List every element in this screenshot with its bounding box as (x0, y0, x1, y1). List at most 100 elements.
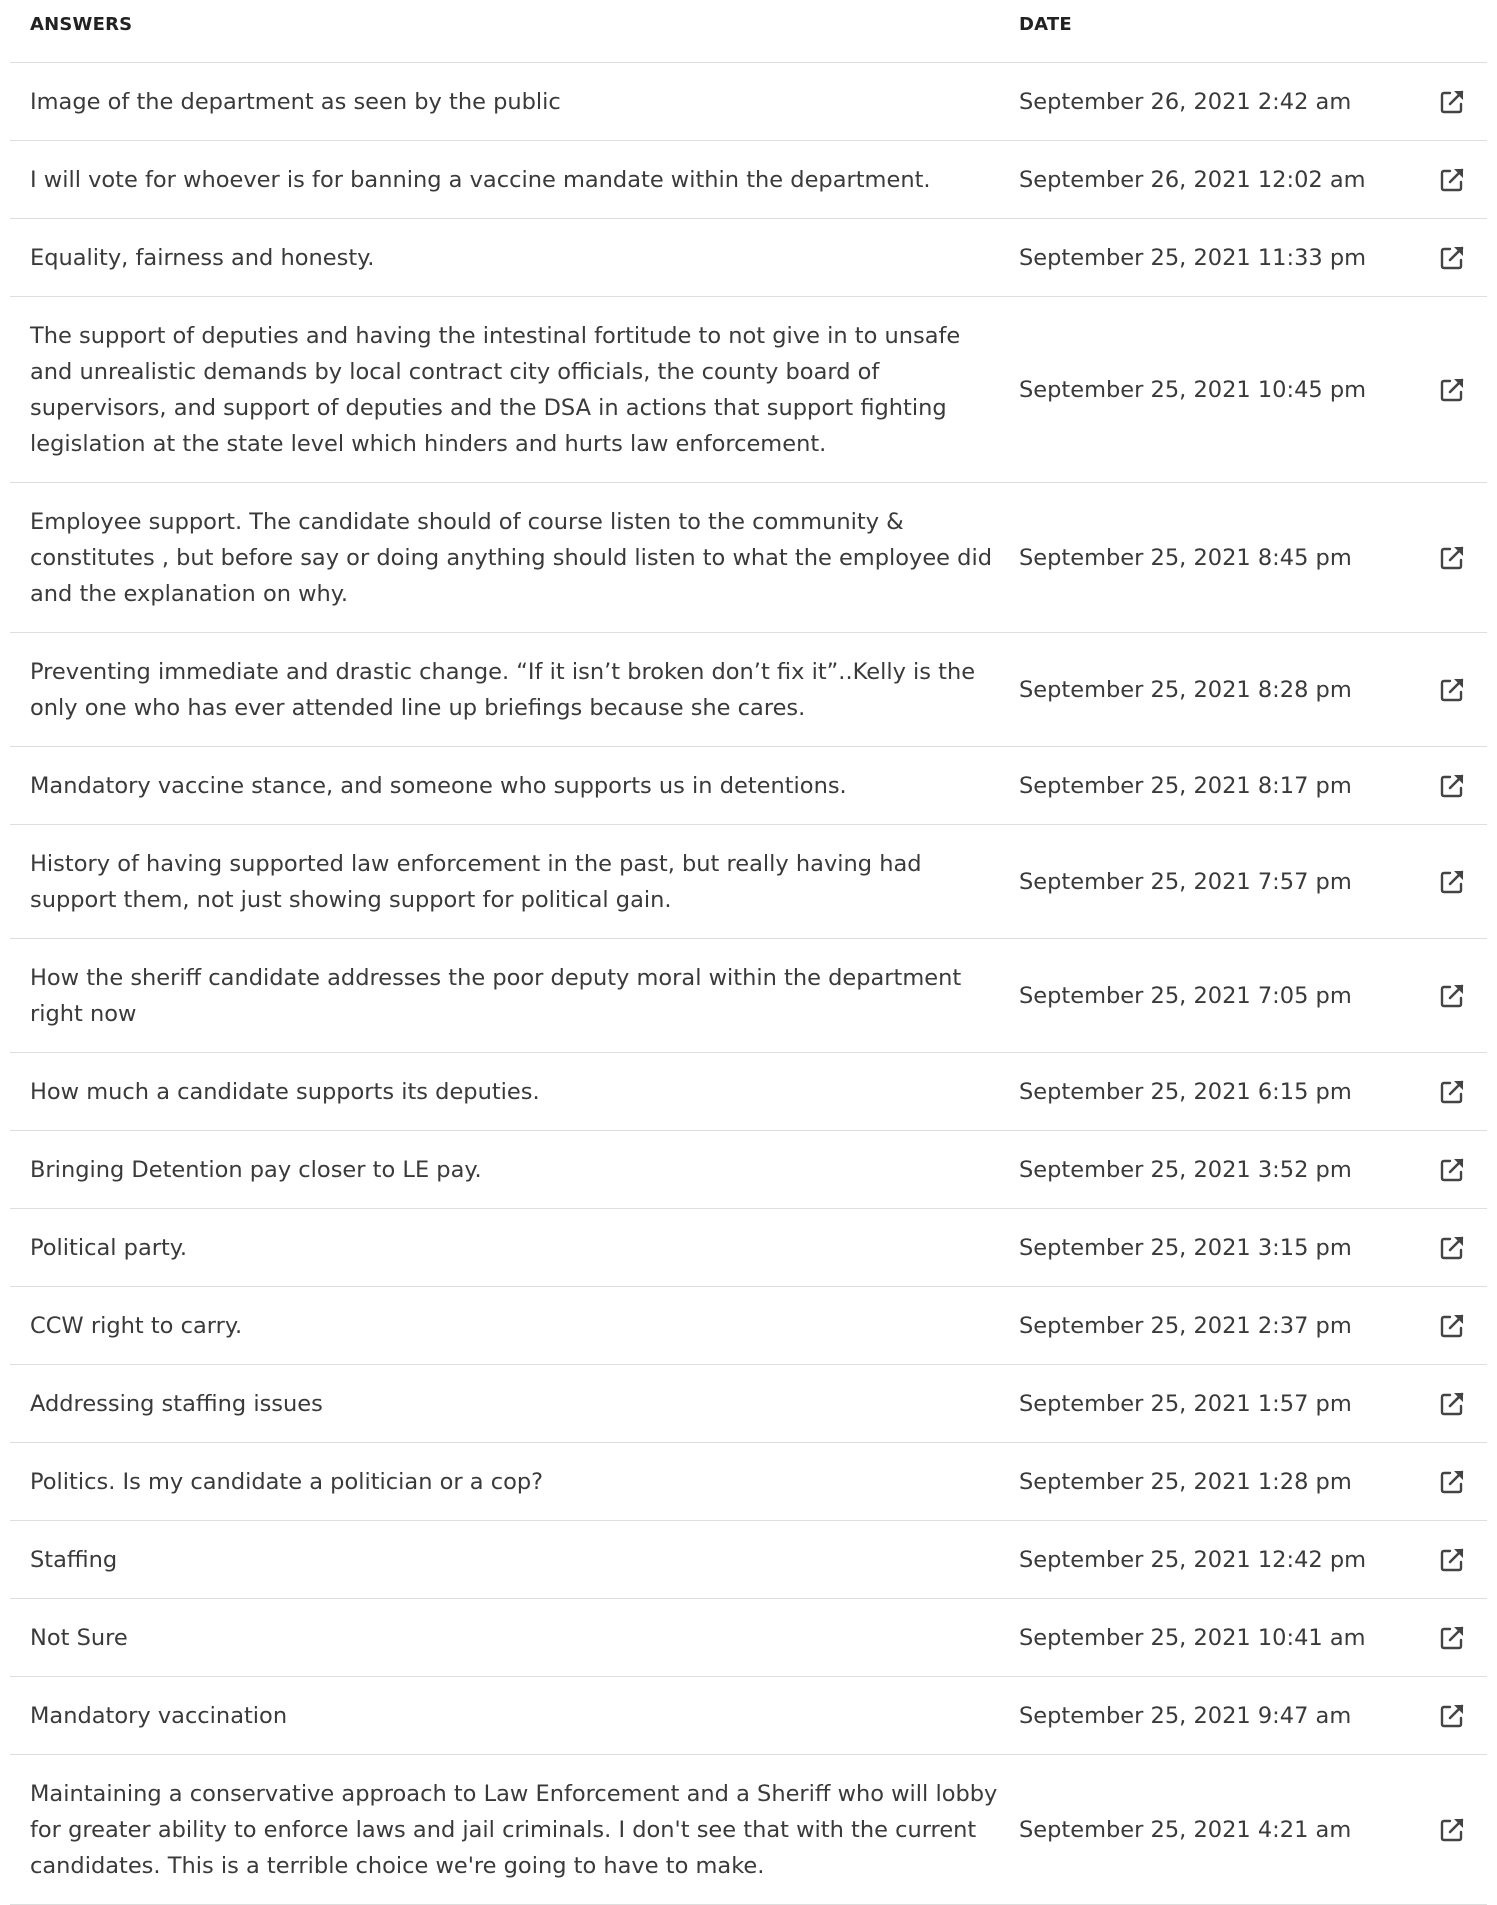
answer-date: September 25, 2021 7:57 pm (1019, 868, 1352, 895)
external-link-icon[interactable] (1437, 1545, 1467, 1575)
open-link-cell (1417, 1623, 1487, 1653)
answer-date: September 25, 2021 12:42 pm (1019, 1546, 1367, 1573)
answer-date: September 25, 2021 3:52 pm (1019, 1156, 1352, 1183)
open-link-cell (1417, 1701, 1487, 1731)
open-link-cell (1417, 981, 1487, 1011)
external-link-icon[interactable] (1437, 87, 1467, 117)
external-link-icon[interactable] (1437, 1623, 1467, 1653)
answer-text: Equality, fairness and honesty. (30, 244, 375, 271)
table-row: Maintaining a conservative approach to L… (10, 1755, 1487, 1905)
external-link-icon[interactable] (1437, 543, 1467, 573)
answer-date: September 25, 2021 8:17 pm (1019, 772, 1352, 799)
answer-text: Staffing (30, 1546, 118, 1573)
table-row: CCW right to carry. September 25, 2021 2:… (10, 1287, 1487, 1365)
answer-text: Preventing immediate and drastic change.… (30, 658, 976, 721)
open-link-cell (1417, 1311, 1487, 1341)
external-link-icon[interactable] (1437, 1701, 1467, 1731)
answer-date: September 25, 2021 8:28 pm (1019, 676, 1352, 703)
open-link-cell (1417, 867, 1487, 897)
table-body: Image of the department as seen by the p… (10, 63, 1487, 1905)
external-link-icon[interactable] (1437, 981, 1467, 1011)
open-link-cell (1417, 1233, 1487, 1263)
open-link-cell (1417, 87, 1487, 117)
external-link-icon[interactable] (1437, 867, 1467, 897)
answer-text: Addressing staffing issues (30, 1390, 323, 1417)
answer-text: Political party. (30, 1234, 188, 1261)
table-row: Image of the department as seen by the p… (10, 63, 1487, 141)
answer-date: September 25, 2021 11:33 pm (1019, 244, 1367, 271)
table-row: Preventing immediate and drastic change.… (10, 633, 1487, 747)
table-row: The support of deputies and having the i… (10, 297, 1487, 483)
open-link-cell (1417, 1815, 1487, 1845)
answer-date: September 25, 2021 7:05 pm (1019, 982, 1352, 1009)
table-row: Bringing Detention pay closer to LE pay.… (10, 1131, 1487, 1209)
answer-date: September 25, 2021 1:57 pm (1019, 1390, 1352, 1417)
table-row: I will vote for whoever is for banning a… (10, 141, 1487, 219)
answer-date: September 26, 2021 2:42 am (1019, 88, 1352, 115)
answer-text: Image of the department as seen by the p… (30, 88, 561, 115)
answer-date: September 25, 2021 6:15 pm (1019, 1078, 1352, 1105)
answer-text: Mandatory vaccination (30, 1702, 288, 1729)
table-row: How the sheriff candidate addresses the … (10, 939, 1487, 1053)
table-row: Employee support. The candidate should o… (10, 483, 1487, 633)
external-link-icon[interactable] (1437, 165, 1467, 195)
table-row: How much a candidate supports its deputi… (10, 1053, 1487, 1131)
external-link-icon[interactable] (1437, 771, 1467, 801)
table-header: ANSWERS DATE (10, 0, 1487, 63)
answer-text: Employee support. The candidate should o… (30, 508, 992, 607)
answer-text: History of having supported law enforcem… (30, 850, 922, 913)
answer-text: Maintaining a conservative approach to L… (30, 1780, 998, 1879)
answer-date: September 26, 2021 12:02 am (1019, 166, 1366, 193)
table-row: Political party. September 25, 2021 3:15 … (10, 1209, 1487, 1287)
date-column-header: DATE (1019, 14, 1072, 35)
responses-table: ANSWERS DATE Image of the department as … (10, 0, 1487, 1905)
answer-date: September 25, 2021 9:47 am (1019, 1702, 1352, 1729)
external-link-icon[interactable] (1437, 1311, 1467, 1341)
answer-date: September 25, 2021 1:28 pm (1019, 1468, 1352, 1495)
answer-text: Politics. Is my candidate a politician o… (30, 1468, 544, 1495)
answer-date: September 25, 2021 10:45 pm (1019, 376, 1367, 403)
answer-date: September 25, 2021 2:37 pm (1019, 1312, 1352, 1339)
answer-text: Mandatory vaccine stance, and someone wh… (30, 772, 847, 799)
external-link-icon[interactable] (1437, 1077, 1467, 1107)
table-row: Politics. Is my candidate a politician o… (10, 1443, 1487, 1521)
external-link-icon[interactable] (1437, 1815, 1467, 1845)
table-row: Addressing staffing issues September 25, … (10, 1365, 1487, 1443)
table-row: Not Sure September 25, 2021 10:41 am (10, 1599, 1487, 1677)
answer-date: September 25, 2021 4:21 am (1019, 1816, 1352, 1843)
open-link-cell (1417, 1155, 1487, 1185)
answer-text: How much a candidate supports its deputi… (30, 1078, 540, 1105)
answer-text: Bringing Detention pay closer to LE pay. (30, 1156, 482, 1183)
open-link-cell (1417, 243, 1487, 273)
external-link-icon[interactable] (1437, 375, 1467, 405)
answer-text: The support of deputies and having the i… (30, 322, 961, 457)
open-link-cell (1417, 165, 1487, 195)
answers-column-header: ANSWERS (30, 14, 133, 35)
answer-text: Not Sure (30, 1624, 128, 1651)
open-link-cell (1417, 771, 1487, 801)
open-link-cell (1417, 1467, 1487, 1497)
external-link-icon[interactable] (1437, 243, 1467, 273)
open-link-cell (1417, 1077, 1487, 1107)
answer-text: How the sheriff candidate addresses the … (30, 964, 962, 1027)
open-link-cell (1417, 543, 1487, 573)
answer-text: CCW right to carry. (30, 1312, 243, 1339)
external-link-icon[interactable] (1437, 1233, 1467, 1263)
answer-text: I will vote for whoever is for banning a… (30, 166, 931, 193)
external-link-icon[interactable] (1437, 675, 1467, 705)
table-row: Mandatory vaccination September 25, 2021 … (10, 1677, 1487, 1755)
answer-date: September 25, 2021 10:41 am (1019, 1624, 1366, 1651)
answer-date: September 25, 2021 3:15 pm (1019, 1234, 1352, 1261)
open-link-cell (1417, 1545, 1487, 1575)
answer-date: September 25, 2021 8:45 pm (1019, 544, 1352, 571)
external-link-icon[interactable] (1437, 1389, 1467, 1419)
open-link-cell (1417, 675, 1487, 705)
table-row: Staffing September 25, 2021 12:42 pm (10, 1521, 1487, 1599)
open-link-cell (1417, 375, 1487, 405)
external-link-icon[interactable] (1437, 1155, 1467, 1185)
table-row: Equality, fairness and honesty. September… (10, 219, 1487, 297)
table-row: Mandatory vaccine stance, and someone wh… (10, 747, 1487, 825)
open-link-cell (1417, 1389, 1487, 1419)
table-row: History of having supported law enforcem… (10, 825, 1487, 939)
external-link-icon[interactable] (1437, 1467, 1467, 1497)
